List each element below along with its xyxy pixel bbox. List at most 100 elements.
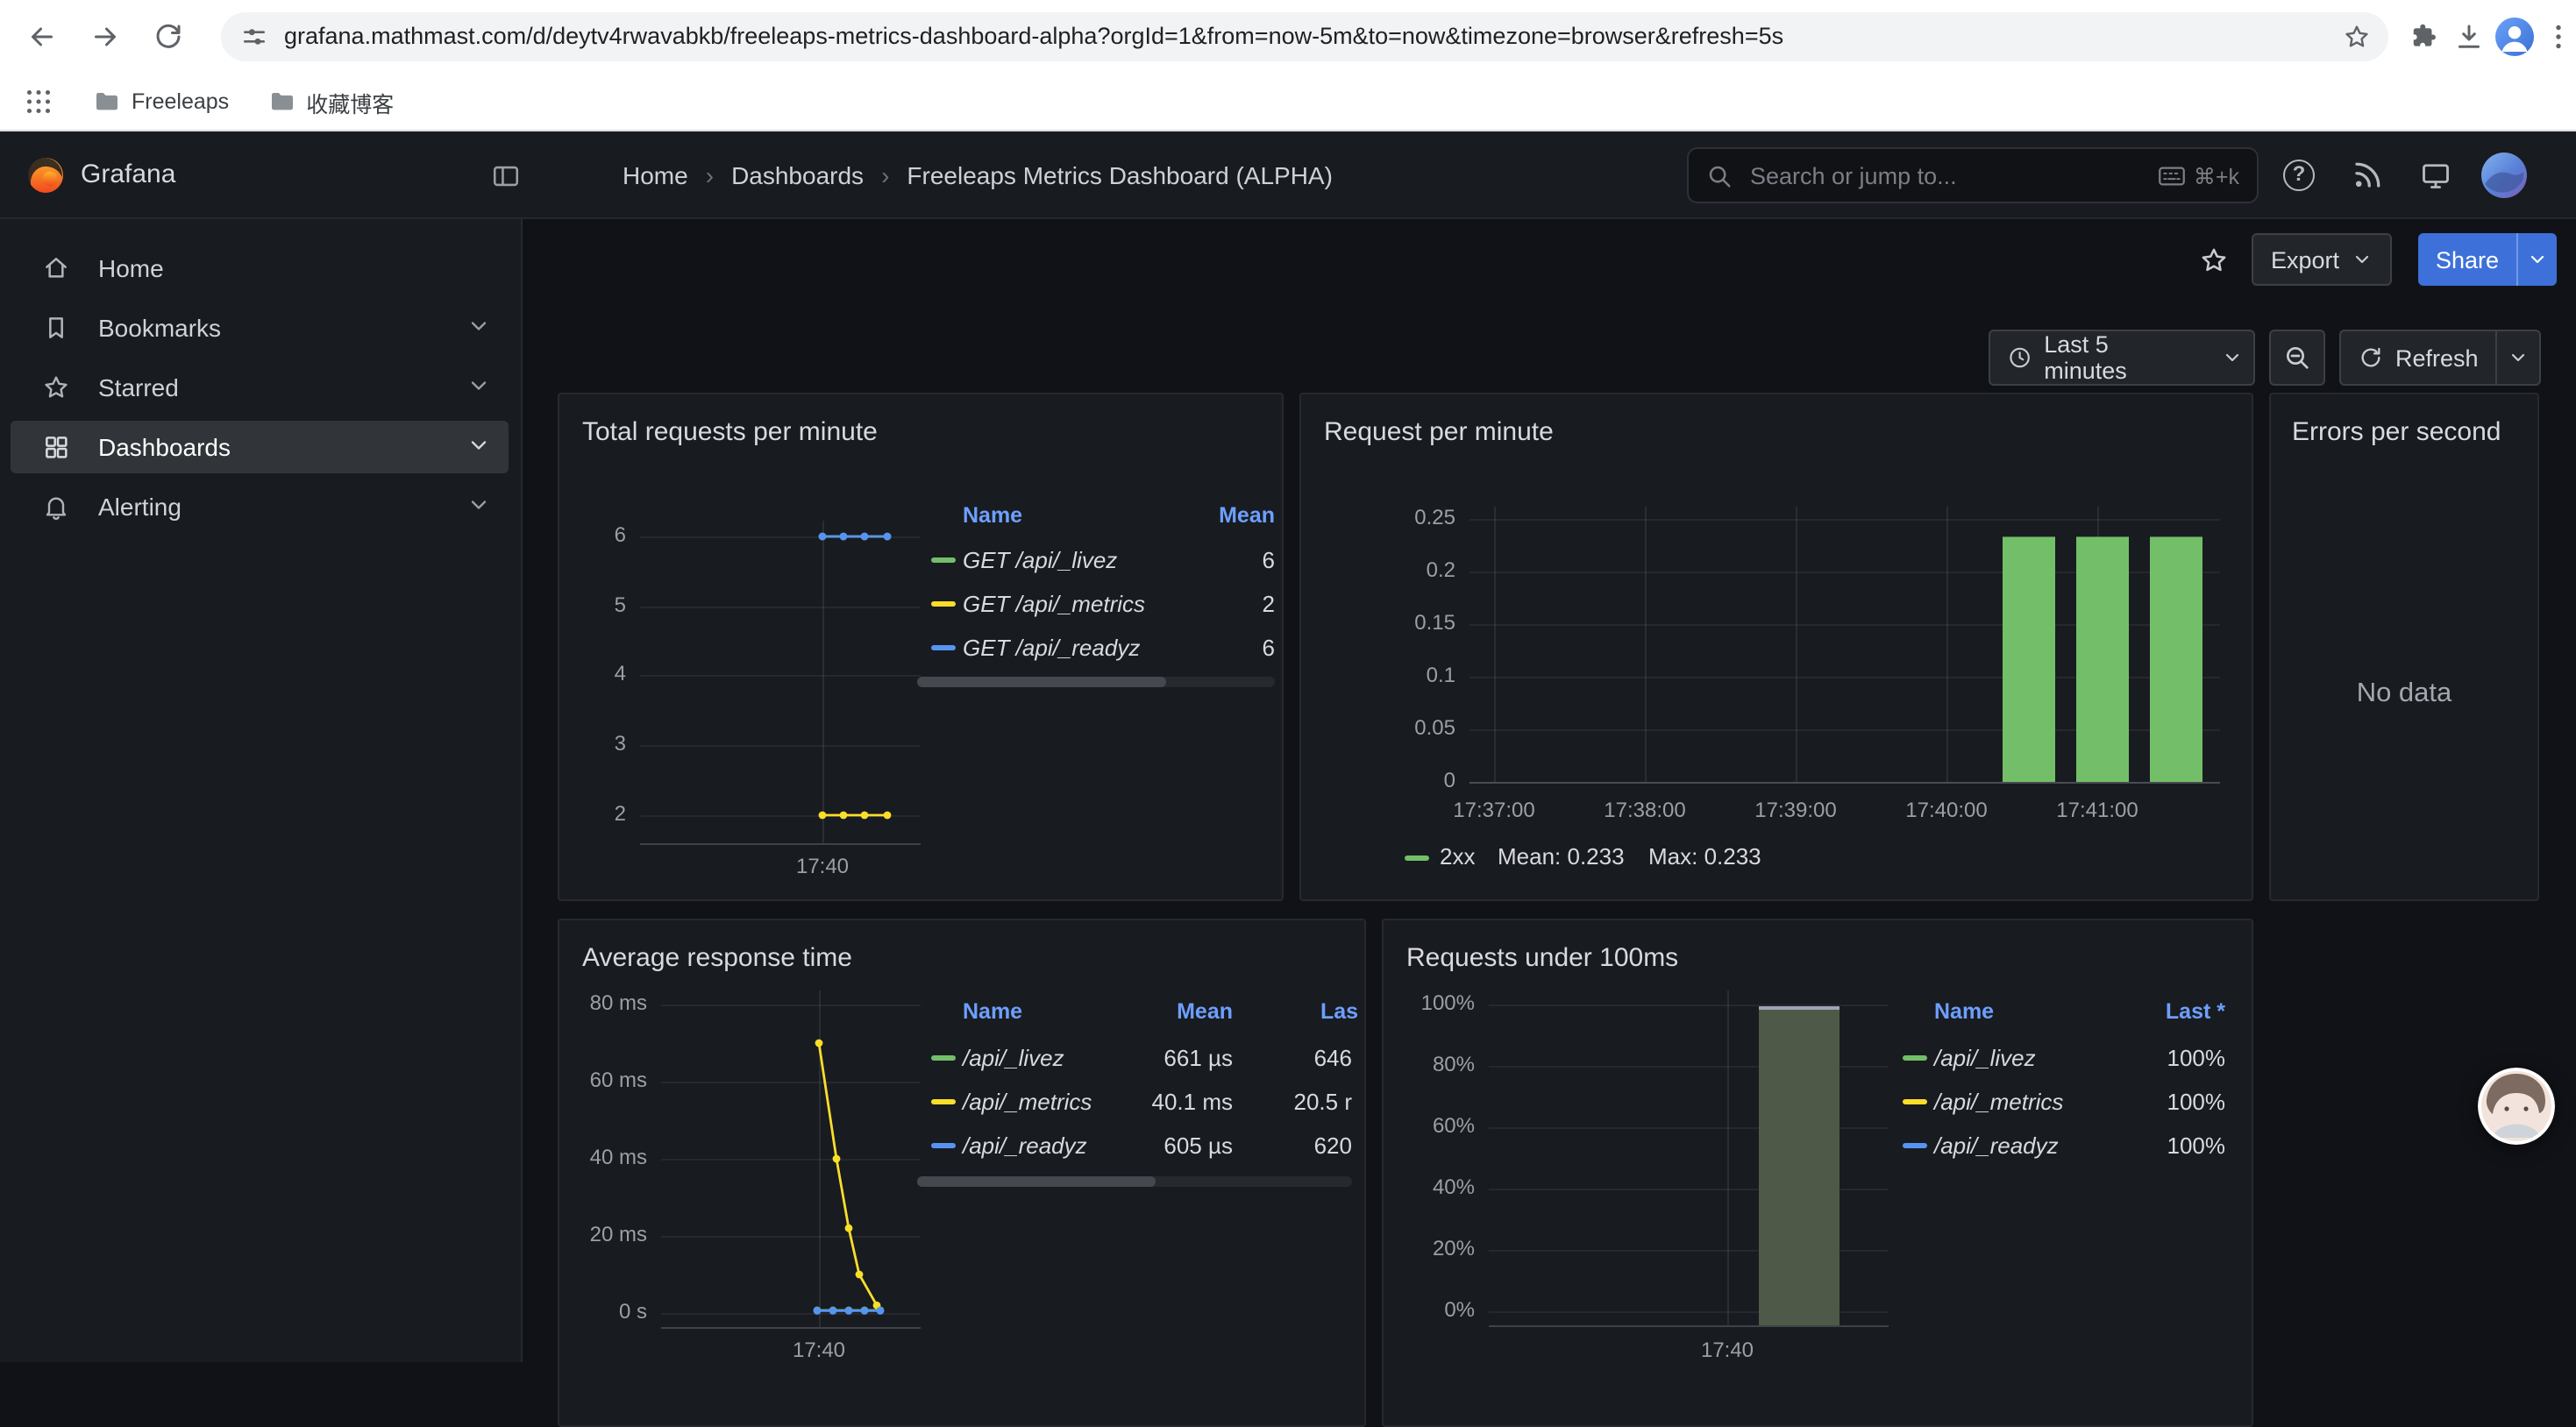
apps-grid-icon[interactable] [23,86,54,117]
legend-scrollbar[interactable] [917,677,1275,687]
x-tick: 17:40 [796,854,849,878]
legend-value: 6 [1138,547,1275,573]
time-range-picker[interactable]: Last 5 minutes [1989,330,2255,386]
breadcrumb: Home › Dashboards › Freeleaps Metrics Da… [623,131,1333,219]
refresh-interval-caret[interactable] [2496,331,2540,384]
legend-value: 6 [1138,635,1275,661]
sidebar-item-label: Bookmarks [98,314,221,342]
reload-icon[interactable] [153,21,184,53]
time-range-caret[interactable] [2211,331,2253,384]
scrollbar-thumb[interactable] [917,1176,1156,1187]
sidebar-item-label: Home [98,254,164,282]
x-tick: 17:41:00 [2056,798,2138,822]
panel-title[interactable]: Requests under 100ms [1406,943,1678,973]
legend-header[interactable]: Name [1934,999,1994,1024]
chevron-down-icon[interactable] [466,373,491,398]
legend-name[interactable]: 2xx [1440,843,1475,870]
chart[interactable] [640,521,921,843]
legend-value: 100% [2078,1089,2225,1115]
search-input[interactable] [1747,160,2159,190]
panel-title[interactable]: Total requests per minute [582,417,878,447]
chevron-down-icon [2508,347,2530,368]
legend-header[interactable]: Last * [2078,999,2225,1024]
x-tick: 17:40 [1701,1338,1754,1362]
refresh-button[interactable]: Refresh [2341,331,2496,384]
chevron-down-icon[interactable] [466,433,491,458]
export-label: Export [2271,246,2339,273]
grafana-brand: Grafana [81,131,175,219]
assistant-avatar-button[interactable] [2478,1068,2555,1145]
help-icon[interactable]: ? [2283,160,2315,191]
sidebar-item-alerting[interactable]: Alerting [11,480,509,533]
panel-title[interactable]: Errors per second [2292,417,2501,447]
sidebar-item-starred[interactable]: Starred [11,361,509,414]
share-menu-button[interactable] [2516,233,2557,286]
collapse-sidebar-icon[interactable] [491,161,521,191]
legend-header[interactable]: Las [1320,999,1358,1024]
legend-name[interactable]: /api/_livez [963,1045,1064,1071]
panel-title[interactable]: Request per minute [1324,417,1554,447]
breadcrumb-home[interactable]: Home [623,161,688,189]
export-button[interactable]: Export [2252,233,2392,286]
display-icon[interactable] [2420,160,2451,191]
legend-name[interactable]: /api/_metrics [1934,1089,2063,1115]
y-tick: 20 ms [573,1222,647,1246]
share-button-group: Share [2418,233,2557,286]
chevron-down-icon[interactable] [466,314,491,338]
no-data-text: No data [2271,678,2537,710]
panel-total-requests-per-minute: Total requests per minute 6 5 4 3 2 17:4… [558,393,1284,901]
legend-name[interactable]: GET /api/_readyz [963,635,1140,661]
legend-name[interactable]: GET /api/_metrics [963,591,1145,617]
panel-title[interactable]: Average response time [582,943,852,973]
x-tick: 17:40 [793,1338,845,1362]
back-icon[interactable] [26,21,58,53]
share-button[interactable]: Share [2418,233,2516,286]
folder-icon [93,88,121,116]
site-controls-icon[interactable] [240,23,268,51]
y-tick: 20% [1398,1236,1475,1260]
series-dash [1903,1143,1927,1148]
chart[interactable] [1489,990,1889,1325]
search-shortcut: ⌘+k [2159,162,2239,188]
y-tick: 80 ms [573,990,647,1015]
sidebar-item-dashboards[interactable]: Dashboards [11,421,509,473]
search-box[interactable]: ⌘+k [1687,147,2259,203]
bookmark-star-icon[interactable] [2343,23,2371,51]
news-rss-icon[interactable] [2352,160,2383,191]
extensions-icon[interactable] [2408,21,2439,53]
y-tick: 6 [573,522,626,547]
bookmark-folder-blogs[interactable]: 收藏博客 [267,85,394,118]
chart[interactable] [1469,507,2220,782]
breadcrumb-dashboards[interactable]: Dashboards [731,161,864,189]
bookmark-label: Freeleaps [132,89,229,114]
y-tick: 0.2 [1389,557,1455,582]
chevron-down-icon[interactable] [466,493,491,517]
downloads-icon[interactable] [2453,21,2485,53]
zoom-out-button[interactable] [2269,330,2325,386]
chevron-down-icon [2527,249,2548,270]
address-bar[interactable]: grafana.mathmast.com/d/deytv4rwavabkb/fr… [221,12,2388,61]
user-avatar[interactable] [2481,153,2527,198]
legend-header[interactable]: Mean [1068,999,1233,1024]
profile-avatar[interactable] [2494,16,2536,58]
scrollbar-thumb[interactable] [917,677,1166,687]
legend-name[interactable]: /api/_livez [1934,1045,2036,1071]
grafana-logo[interactable] [26,156,65,195]
legend-name[interactable]: GET /api/_livez [963,547,1117,573]
sidebar-item-home[interactable]: Home [11,242,509,295]
browser-menu-icon[interactable] [2543,21,2574,53]
legend-name[interactable]: /api/_readyz [1934,1132,2059,1159]
legend-header[interactable]: Name [963,999,1022,1024]
legend-header[interactable]: Mean [1138,503,1275,528]
chart[interactable] [661,990,921,1327]
y-tick: 60% [1398,1113,1475,1138]
favorite-star-button[interactable] [2199,245,2229,275]
url-text[interactable]: grafana.mathmast.com/d/deytv4rwavabkb/fr… [284,12,2329,61]
legend-scrollbar[interactable] [917,1176,1352,1187]
legend-header[interactable]: Name [963,503,1022,528]
forward-icon[interactable] [89,21,121,53]
bookmark-folder-freeleaps[interactable]: Freeleaps [93,88,229,116]
sidebar: Home Bookmarks Starred Dashboards Alerti… [0,219,523,1362]
sidebar-item-label: Dashboards [98,433,231,461]
sidebar-item-bookmarks[interactable]: Bookmarks [11,302,509,354]
